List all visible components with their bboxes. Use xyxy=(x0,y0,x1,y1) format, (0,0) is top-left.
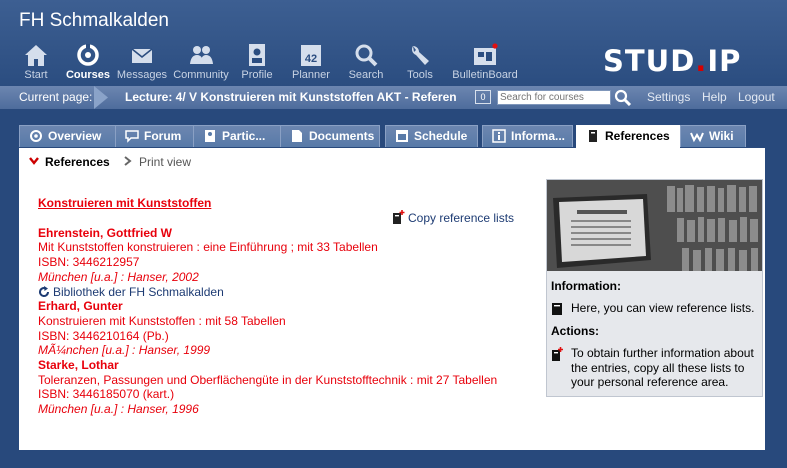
tab-overview[interactable]: Overview xyxy=(19,125,118,147)
reference-title: Toleranzen, Passungen und Oberflächengüt… xyxy=(38,372,498,387)
reference-author[interactable]: Erhard, Gunter xyxy=(38,299,497,314)
tab-schedule[interactable]: Schedule xyxy=(385,125,478,147)
schedule-icon xyxy=(396,130,408,142)
nav-label: Community xyxy=(173,69,229,81)
home-icon xyxy=(25,45,47,66)
library-link[interactable]: Bibliothek der FH Schmalkalden xyxy=(38,285,497,300)
help-link[interactable]: Help xyxy=(702,90,727,104)
calendar-icon: 42 xyxy=(301,45,321,66)
subnav-print-view[interactable]: Print view xyxy=(123,155,191,169)
search-icon xyxy=(355,44,378,67)
nav-label: Tools xyxy=(407,69,433,81)
reference-title: Mit Kunststoffen konstruieren : eine Ein… xyxy=(38,240,378,255)
forum-icon xyxy=(125,130,139,143)
tab-documents[interactable]: Documents xyxy=(280,125,380,147)
nav-search[interactable]: Search xyxy=(340,42,392,86)
site-title: FH Schmalkalden xyxy=(19,10,169,31)
nav-planner[interactable]: 42 Planner xyxy=(282,42,340,86)
information-icon xyxy=(492,129,506,143)
reference-entry: Erhard, Gunter Konstruieren mit Kunststo… xyxy=(38,299,497,358)
info-box: Information: Here, you can view referenc… xyxy=(546,179,763,397)
reference-author[interactable]: Starke, Lothar xyxy=(38,358,497,373)
nav-label: Courses xyxy=(65,69,111,81)
book-icon xyxy=(589,130,597,142)
current-page-label: Current page: xyxy=(19,90,93,104)
actions-text: To obtain further information about the … xyxy=(571,346,754,389)
header-bar: FH Schmalkalden Start Courses Messages C… xyxy=(0,0,787,86)
information-heading: Information: xyxy=(551,279,621,293)
nav-label: Start xyxy=(24,69,48,81)
library-bookshelf-image xyxy=(547,180,762,271)
nav-label: Messages xyxy=(116,69,168,81)
book-add-icon xyxy=(393,210,405,224)
reference-entry: Ehrenstein, Gottfried W Mit Kunststoffen… xyxy=(38,226,497,300)
logout-link[interactable]: Logout xyxy=(738,90,775,104)
courses-icon xyxy=(77,44,99,66)
course-count-badge: 0 xyxy=(475,90,491,104)
chevron-right-icon xyxy=(124,156,132,166)
nav-bulletin-board[interactable]: BulletinBoard xyxy=(448,42,522,86)
profile-icon xyxy=(249,44,265,66)
breadcrumb-arrow-icon xyxy=(94,86,108,109)
reference-title: Konstruieren mit Kunststoffen : mit 58 T… xyxy=(38,313,286,328)
main-navigation: Start Courses Messages Community Profile… xyxy=(10,42,522,86)
actions-heading: Actions: xyxy=(551,324,599,338)
reference-publisher: München [u.a.] : Hanser, 2002 xyxy=(38,269,199,284)
bulletin-board-icon xyxy=(474,43,498,65)
nav-tools[interactable]: Tools xyxy=(392,42,448,86)
overview-icon xyxy=(30,130,42,142)
wiki-icon xyxy=(690,132,704,143)
nav-profile[interactable]: Profile xyxy=(232,42,282,86)
reference-isbn: ISBN: 3446210164 (Pb.) xyxy=(38,328,169,343)
community-icon xyxy=(190,46,213,64)
chevron-down-icon xyxy=(29,157,39,165)
reference-entry: Starke, Lothar Toleranzen, Passungen und… xyxy=(38,358,497,417)
nav-messages[interactable]: Messages xyxy=(114,42,170,86)
copy-reference-lists-link[interactable]: Copy reference lists xyxy=(392,210,514,225)
course-search-input[interactable] xyxy=(497,90,611,105)
nav-label: Search xyxy=(348,69,384,81)
current-page-title: Lecture: 4/ V Konstruieren mit Kunststof… xyxy=(125,90,457,104)
reference-publisher: MÃ¼nchen [u.a.] : Hanser, 1999 xyxy=(38,343,211,358)
information-row: Here, you can view reference lists. xyxy=(551,301,757,316)
reference-publisher: München [u.a.] : Hanser, 1996 xyxy=(38,402,199,417)
studip-logo[interactable]: STUD.IP xyxy=(603,44,741,78)
tab-information[interactable]: Informa... xyxy=(482,125,573,147)
tab-participants[interactable]: Partic... xyxy=(193,125,285,147)
location-bar: Current page: Lecture: 4/ V Konstruieren… xyxy=(0,86,787,109)
actions-row: To obtain further information about the … xyxy=(551,346,757,390)
information-text: Here, you can view reference lists. xyxy=(571,301,755,315)
book-icon xyxy=(552,303,562,315)
tab-wiki[interactable]: Wiki xyxy=(680,125,746,147)
wrench-icon xyxy=(411,46,429,65)
tab-references[interactable]: References xyxy=(576,125,680,148)
reference-author[interactable]: Ehrenstein, Gottfried W xyxy=(38,226,497,241)
settings-link[interactable]: Settings xyxy=(647,90,690,104)
search-icon[interactable] xyxy=(614,89,632,106)
reference-list-title[interactable]: Konstruieren mit Kunststoffen xyxy=(38,196,497,211)
participants-icon xyxy=(205,130,215,142)
refresh-icon xyxy=(39,285,49,297)
nav-label: Planner xyxy=(292,69,330,81)
nav-label: BulletinBoard xyxy=(452,69,518,81)
nav-courses[interactable]: Courses xyxy=(62,42,114,86)
documents-icon xyxy=(292,130,302,142)
reference-isbn: ISBN: 3446185070 (kart.) xyxy=(38,387,175,402)
subnav-references[interactable]: References xyxy=(29,155,110,169)
nav-community[interactable]: Community xyxy=(170,42,232,86)
nav-label: Profile xyxy=(241,69,273,81)
content-panel: References Print view Konstruieren mit K… xyxy=(19,148,765,450)
svg-text:42: 42 xyxy=(305,53,317,65)
book-add-icon xyxy=(552,347,563,361)
reference-isbn: ISBN: 3446212957 xyxy=(38,255,140,270)
tab-forum[interactable]: Forum xyxy=(115,125,204,147)
reference-list: Konstruieren mit Kunststoffen Ehrenstein… xyxy=(38,196,497,417)
nav-start[interactable]: Start xyxy=(10,42,62,86)
envelope-icon xyxy=(131,48,153,63)
